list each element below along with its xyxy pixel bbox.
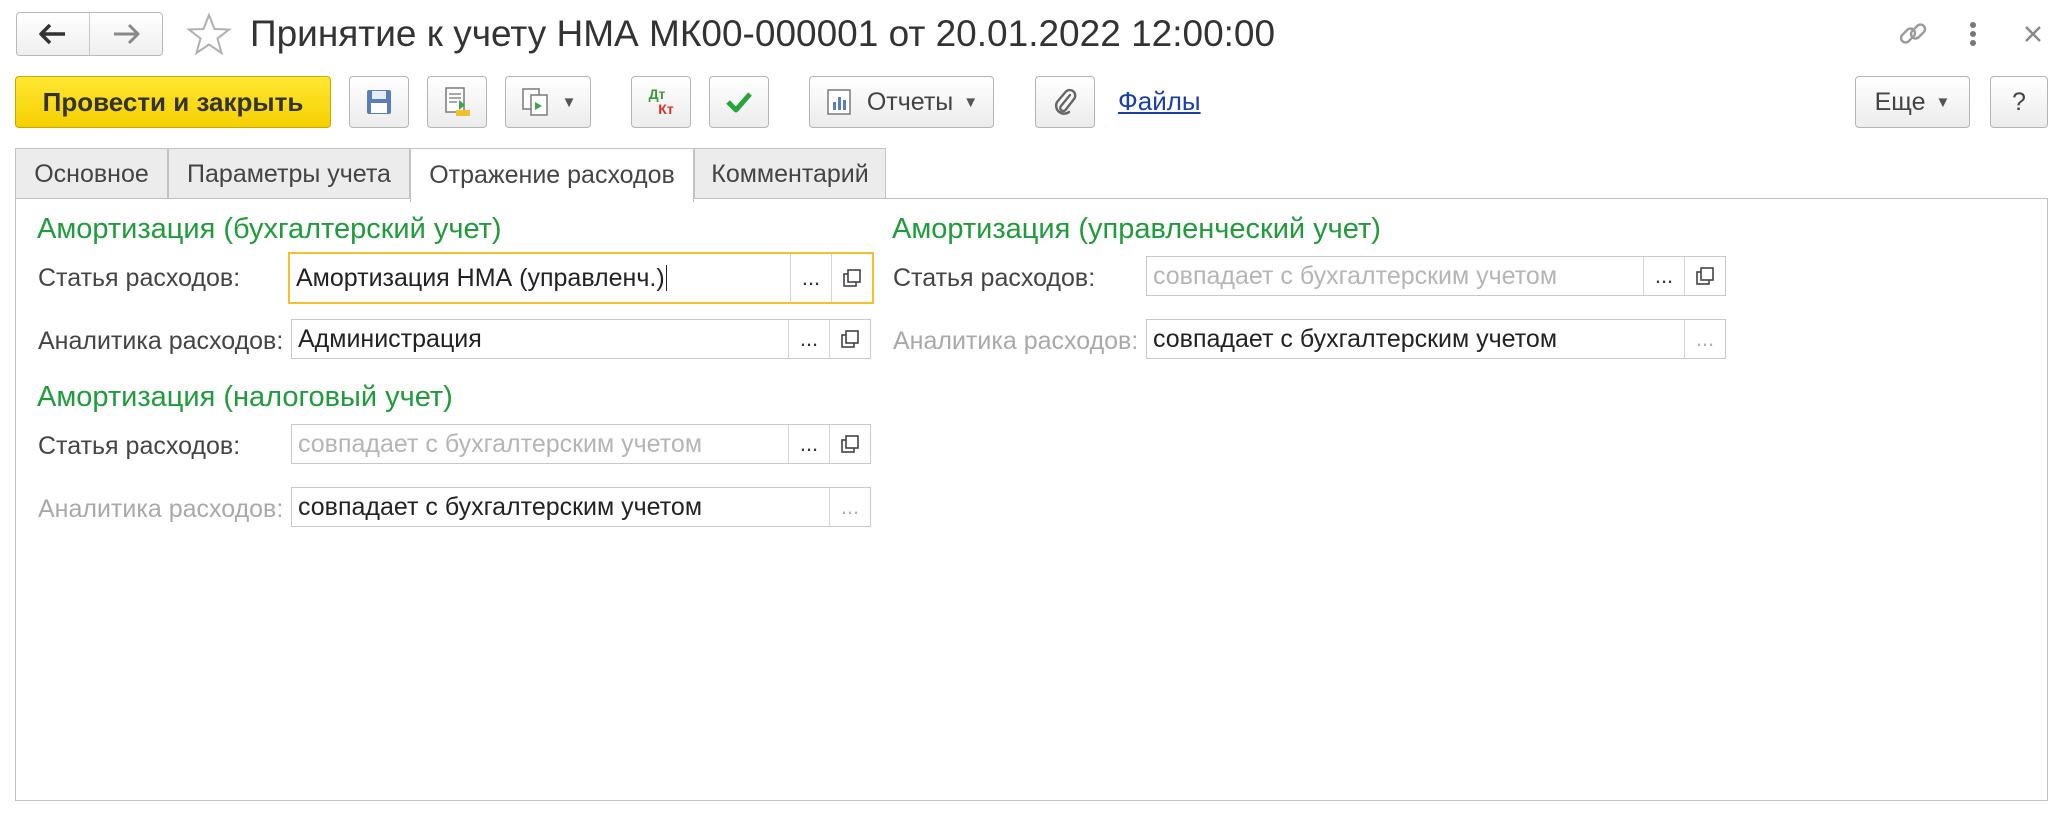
close-button[interactable] bbox=[2013, 14, 2053, 54]
tax-analytics-label: Аналитика расходов: bbox=[38, 495, 284, 523]
post-button[interactable] bbox=[427, 76, 487, 128]
management-expense-item-label: Статья расходов: bbox=[893, 264, 1096, 292]
more-actions-button[interactable] bbox=[1953, 14, 1993, 54]
tax-expense-item-label: Статья расходов: bbox=[38, 432, 241, 460]
open-window-icon bbox=[843, 269, 861, 287]
select-button[interactable]: ... bbox=[790, 254, 831, 302]
files-link[interactable]: Файлы bbox=[1118, 86, 1201, 117]
dropdown-caret-icon: ▼ bbox=[1935, 93, 1951, 111]
section-title-tax: Амортизация (налоговый учет) bbox=[37, 381, 453, 413]
open-window-icon bbox=[1696, 267, 1714, 285]
select-button[interactable]: ... bbox=[829, 488, 870, 526]
page-title: Принятие к учету НМА МК00-000001 от 20.0… bbox=[250, 13, 1276, 54]
dt-label: Дт bbox=[648, 86, 666, 102]
management-analytics-field[interactable]: совпадает с бухгалтерским учетом ... bbox=[1146, 319, 1726, 359]
tax-expense-item-placeholder[interactable]: совпадает с бухгалтерским учетом bbox=[292, 425, 788, 463]
floppy-disk-icon bbox=[367, 90, 391, 114]
management-expense-item-field[interactable]: совпадает с бухгалтерским учетом ... bbox=[1146, 256, 1726, 296]
link-icon bbox=[1899, 23, 1927, 44]
section-title-management: Амортизация (управленческий учет) bbox=[892, 213, 1381, 245]
forward-arrow-icon bbox=[114, 23, 140, 45]
tax-analytics-field[interactable]: совпадает с бухгалтерским учетом ... bbox=[291, 487, 871, 527]
more-label: Еще bbox=[1874, 87, 1926, 116]
accounting-expense-item-label: Статья расходов: bbox=[38, 264, 241, 292]
checkmark-icon bbox=[726, 92, 752, 113]
accounting-expense-item-value: Амортизация НМА (управленч.) bbox=[296, 263, 665, 292]
accounting-expense-item-field[interactable]: Амортизация НМА (управленч.) ... bbox=[288, 252, 874, 304]
forward-button[interactable] bbox=[89, 13, 162, 55]
back-arrow-icon bbox=[39, 23, 65, 45]
accounting-analytics-value[interactable]: Администрация bbox=[292, 320, 788, 358]
select-button[interactable]: ... bbox=[1684, 320, 1725, 358]
attach-button[interactable] bbox=[1035, 76, 1095, 128]
favorite-button[interactable] bbox=[186, 12, 232, 58]
post-and-close-button[interactable]: Провести и закрыть bbox=[15, 76, 331, 128]
management-analytics-value[interactable]: совпадает с бухгалтерским учетом bbox=[1147, 320, 1684, 358]
create-based-on-icon bbox=[521, 88, 548, 116]
tab-accounting-parameters[interactable]: Параметры учета bbox=[168, 148, 410, 200]
star-icon bbox=[186, 12, 232, 56]
kt-label: Кт bbox=[658, 101, 674, 117]
close-icon bbox=[2025, 26, 2041, 42]
management-expense-item-placeholder[interactable]: совпадает с бухгалтерским учетом bbox=[1147, 257, 1643, 295]
accounting-analytics-field[interactable]: Администрация ... bbox=[291, 319, 871, 359]
tab-comment[interactable]: Комментарий bbox=[694, 148, 886, 200]
text-cursor bbox=[665, 265, 667, 291]
help-button[interactable]: ? bbox=[1990, 76, 2048, 128]
open-button[interactable] bbox=[829, 320, 870, 358]
check-button[interactable] bbox=[709, 76, 769, 128]
reports-label: Отчеты bbox=[866, 87, 954, 116]
more-vert-icon bbox=[1970, 22, 1976, 46]
select-button[interactable]: ... bbox=[788, 320, 829, 358]
paperclip-icon bbox=[1054, 88, 1077, 115]
more-button[interactable]: Еще ▼ bbox=[1855, 76, 1970, 128]
section-title-accounting: Амортизация (бухгалтерский учет) bbox=[37, 213, 502, 245]
open-window-icon bbox=[841, 435, 859, 453]
select-button[interactable]: ... bbox=[1643, 257, 1684, 295]
link-button[interactable] bbox=[1893, 14, 1933, 54]
reports-button[interactable]: Отчеты ▼ bbox=[809, 76, 994, 128]
tax-analytics-value[interactable]: совпадает с бухгалтерским учетом bbox=[292, 488, 829, 526]
select-button[interactable]: ... bbox=[788, 425, 829, 463]
back-button[interactable] bbox=[17, 13, 89, 55]
management-analytics-label: Аналитика расходов: bbox=[893, 327, 1139, 355]
open-window-icon bbox=[841, 330, 859, 348]
dropdown-caret-icon: ▼ bbox=[561, 93, 577, 111]
dt-kt-button[interactable]: Дт Кт bbox=[631, 76, 691, 128]
tab-main[interactable]: Основное bbox=[15, 148, 168, 200]
accounting-expense-item-input[interactable]: Амортизация НМА (управленч.) bbox=[290, 254, 790, 302]
tax-expense-item-field[interactable]: совпадает с бухгалтерским учетом ... bbox=[291, 424, 871, 464]
open-button[interactable] bbox=[1684, 257, 1725, 295]
open-button[interactable] bbox=[829, 425, 870, 463]
navigation-buttons bbox=[16, 12, 163, 56]
post-document-icon bbox=[445, 87, 470, 116]
report-icon bbox=[827, 89, 851, 115]
tab-expense-reflection[interactable]: Отражение расходов bbox=[410, 148, 694, 202]
accounting-analytics-label: Аналитика расходов: bbox=[38, 327, 284, 355]
open-button[interactable] bbox=[831, 254, 872, 302]
create-based-on-button[interactable]: ▼ bbox=[505, 76, 591, 128]
save-button[interactable] bbox=[349, 76, 409, 128]
dropdown-caret-icon: ▼ bbox=[963, 93, 979, 111]
